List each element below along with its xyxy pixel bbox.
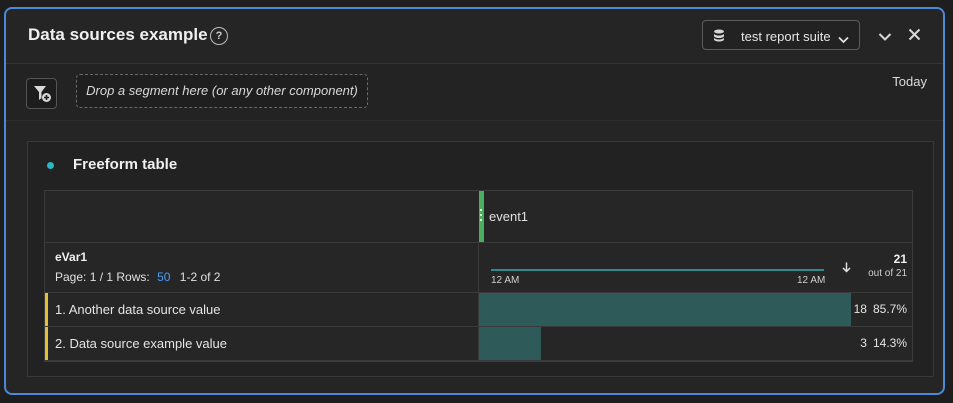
dimension-header: eVar1 Page: 1 / 1 Rows: 50 1-2 of 2 12 A… [45, 242, 912, 293]
metric-name: event1 [489, 209, 529, 224]
row-marker [45, 327, 48, 360]
row-value: 18 [853, 302, 867, 316]
table-row[interactable]: 2. Data source example value 3 14.3% [45, 327, 912, 361]
sort-descending-icon[interactable] [842, 260, 851, 278]
panel-header: Data sources example ? test report suite [6, 9, 943, 64]
analysis-panel: Data sources example ? test report suite… [4, 7, 945, 395]
value-bar [479, 327, 541, 360]
help-icon[interactable]: ? [210, 27, 228, 45]
metric-column-header[interactable]: event1 [45, 191, 912, 243]
row-value: 3 [860, 336, 867, 350]
freeform-table: event1 eVar1 Page: 1 / 1 Rows: 50 1-2 of… [44, 190, 913, 362]
segment-drop-zone[interactable]: Drop a segment here (or any other compon… [76, 74, 368, 108]
rows-label: Rows: [116, 270, 150, 284]
row-marker [45, 293, 48, 326]
row-label: 2. Data source example value [55, 336, 227, 351]
date-range[interactable]: Today [892, 74, 927, 89]
row-range: 1-2 of 2 [179, 270, 221, 284]
table-row[interactable]: 1. Another data source value 18 85.7% [45, 293, 912, 327]
visualization-title[interactable]: Freeform table [73, 156, 177, 173]
collapse-panel-icon[interactable] [878, 29, 892, 47]
dimension-name[interactable]: eVar1 [55, 250, 87, 264]
rows-per-page-selector[interactable]: 50 [157, 270, 170, 284]
column-total: 21 [893, 252, 907, 266]
report-suite-label: test report suite [741, 29, 831, 44]
row-values: 3 14.3% [860, 336, 907, 350]
visualization-container: Freeform table event1 eVar1 Page: 1 / 1 … [27, 141, 934, 377]
freeform-visualization: Freeform table event1 eVar1 Page: 1 / 1 … [27, 141, 953, 377]
panel-toolbar: Drop a segment here (or any other compon… [6, 64, 943, 121]
row-values: 18 85.7% [854, 302, 907, 316]
row-label: 1. Another data source value [55, 302, 221, 317]
row-percent: 14.3% [872, 336, 907, 350]
column-total-caption: out of 21 [868, 268, 907, 279]
add-segment-button[interactable] [26, 78, 57, 109]
sparkline-end-label: 12 AM [797, 275, 826, 286]
visualization-status-dot [47, 162, 54, 169]
pagination: Page: 1 / 1 Rows: 50 1-2 of 2 [55, 270, 220, 284]
panel-title: Data sources example [28, 25, 208, 44]
sparkline-start-label: 12 AM [491, 275, 520, 286]
metric-drag-handle[interactable] [479, 191, 484, 242]
filter-add-icon [34, 86, 51, 102]
page-indicator: Page: 1 / 1 [55, 270, 114, 284]
row-percent: 85.7% [872, 302, 907, 316]
close-icon[interactable] [908, 28, 921, 46]
value-bar [479, 293, 851, 326]
chevron-down-icon [838, 31, 849, 49]
sparkline [491, 269, 824, 271]
report-suite-selector[interactable]: test report suite [702, 20, 860, 50]
database-icon [713, 29, 725, 47]
